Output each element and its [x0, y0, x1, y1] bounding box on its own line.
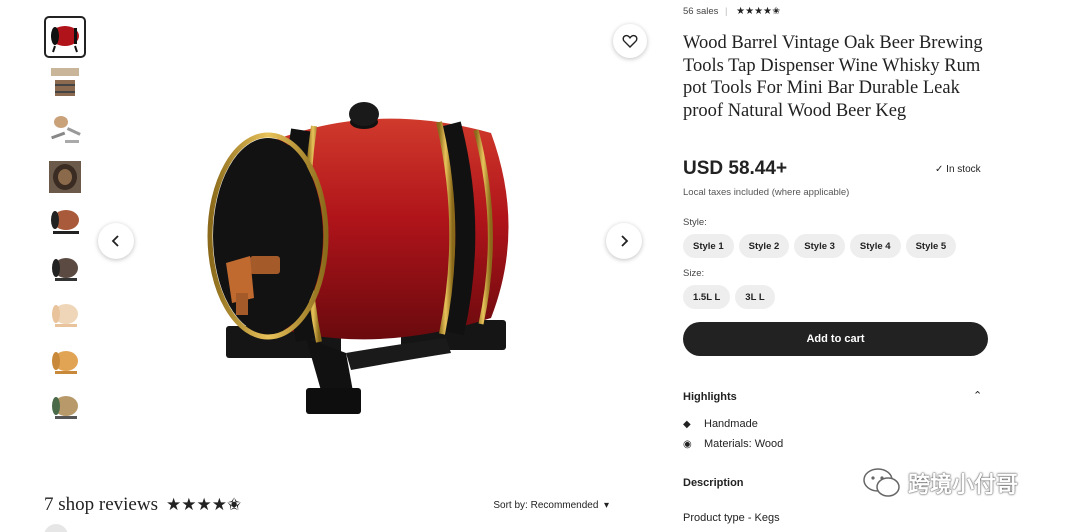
style-label: Style:	[683, 217, 707, 228]
style-options: Style 1 Style 2 Style 3 Style 4 Style 5	[683, 234, 957, 258]
sort-prefix: Sort by:	[493, 499, 531, 511]
size-label: Size:	[683, 268, 705, 279]
thumbnail-2[interactable]	[44, 63, 86, 105]
materials-icon: ◉	[683, 438, 692, 450]
reviews-title: 7 shop reviews	[44, 494, 158, 515]
thumbnail-7[interactable]	[44, 295, 86, 337]
highlights-collapse-toggle[interactable]: ⌃	[973, 389, 982, 402]
watermark-text: 跨境小付哥	[908, 472, 1019, 497]
heart-icon	[622, 34, 638, 48]
barrel-thumbnail-icon	[52, 350, 78, 374]
favorite-button[interactable]	[613, 24, 647, 58]
wechat-logo-icon	[863, 468, 900, 497]
add-to-cart-button[interactable]: Add to cart	[683, 322, 988, 356]
thumbnail-3[interactable]	[44, 109, 86, 151]
sales-count-row: 56 sales | ★★★★✬	[683, 6, 780, 17]
sort-value: Recommended	[530, 499, 599, 511]
highlight-handmade: ◆ Handmade	[683, 418, 758, 430]
caret-down-icon: ▾	[601, 499, 609, 511]
style-option-4[interactable]: Style 4	[849, 234, 901, 258]
thumbnail-5[interactable]	[44, 202, 86, 244]
style-option-3[interactable]: Style 3	[794, 234, 845, 258]
style-option-2[interactable]: Style 2	[738, 234, 790, 258]
barrel-thumbnail-icon	[49, 160, 81, 193]
stock-label: In stock	[946, 164, 981, 175]
shop-reviews-header: 7 shop reviews ★★★★✬ Sort by: Recommende…	[44, 492, 609, 518]
barrel-thumbnail-icon	[52, 396, 78, 419]
reviews-rating-stars: ★★★★✬	[165, 495, 242, 514]
thumbnail-6[interactable]	[44, 249, 86, 291]
barrel-parts-thumbnail-icon	[51, 116, 81, 143]
style-option-5[interactable]: Style 5	[905, 234, 957, 258]
size-option-1[interactable]: 1.5L L	[683, 285, 731, 309]
barrel-thumbnail-icon	[51, 26, 79, 53]
product-image	[207, 102, 509, 414]
highlights-title: Highlights	[683, 391, 737, 403]
barrel-thumbnail-icon	[52, 304, 78, 327]
size-option-2[interactable]: 3L L	[735, 285, 775, 309]
size-options: 1.5L L 3L L	[683, 285, 775, 309]
listing-rating-stars: ★★★★✬	[736, 6, 781, 17]
chevron-right-icon	[621, 235, 629, 247]
previous-image-button[interactable]	[98, 223, 134, 259]
tax-note: Local taxes included (where applicable)	[683, 187, 850, 198]
watermark: 跨境小付哥	[862, 466, 1018, 500]
thumbnail-9[interactable]	[44, 388, 86, 430]
thumbnail-1[interactable]	[44, 16, 86, 58]
style-option-1[interactable]: Style 1	[683, 234, 734, 258]
chevron-up-icon: ⌃	[973, 390, 983, 402]
barrel-thumbnail-icon	[51, 67, 79, 96]
sales-count: 56 sales	[683, 6, 719, 17]
highlight-materials: ◉ Materials: Wood	[683, 438, 783, 450]
listing-title: Wood Barrel Vintage Oak Beer Brewing Too…	[683, 33, 983, 121]
description-text: Product type - Kegs	[683, 512, 780, 524]
thumbnail-8[interactable]	[44, 342, 86, 384]
barrel-thumbnail-icon	[51, 210, 79, 234]
tag-icon: ◆	[683, 418, 691, 430]
sort-dropdown[interactable]: Sort by: Recommended ▾	[493, 500, 609, 511]
check-icon: ✓	[935, 164, 944, 175]
barrel-thumbnail-icon	[52, 257, 78, 281]
highlight-label: Handmade	[704, 418, 758, 430]
avatar	[44, 524, 68, 532]
chevron-left-icon	[111, 235, 119, 247]
divider: |	[725, 6, 728, 17]
next-image-button[interactable]	[606, 223, 642, 259]
stock-status: ✓ In stock	[935, 164, 981, 175]
product-image-stage	[96, 16, 656, 461]
thumbnail-strip	[44, 16, 88, 435]
highlight-label: Materials: Wood	[704, 438, 784, 450]
description-title: Description	[683, 477, 744, 489]
price: USD 58.44+	[683, 158, 788, 179]
thumbnail-4[interactable]	[44, 156, 86, 198]
